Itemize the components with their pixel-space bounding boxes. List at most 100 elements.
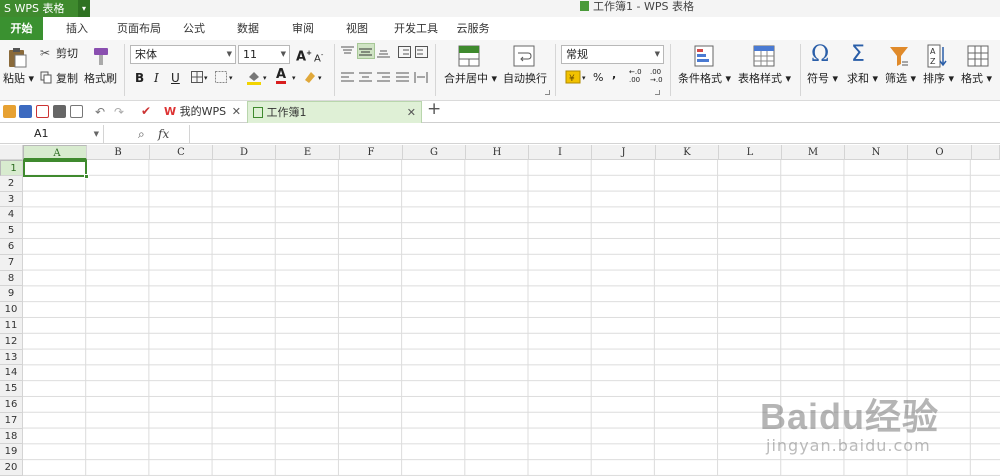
formula-input[interactable] [189,125,1000,143]
column-header[interactable]: H [466,145,529,160]
tab-formulas[interactable]: 公式 [174,17,214,40]
alignment-dialog-launcher[interactable] [545,90,550,95]
column-header-partial[interactable] [972,145,1000,160]
column-header[interactable]: E [276,145,340,160]
currency-icon[interactable]: ¥ [565,70,581,84]
chevron-down-icon[interactable]: ▾ [582,71,586,85]
justify-icon[interactable] [396,72,409,83]
align-right-icon[interactable] [377,72,390,83]
chevron-down-icon[interactable]: ▾ [229,71,233,85]
omega-icon[interactable]: Ω [811,43,829,67]
percent-button[interactable]: % [593,71,603,85]
redo-icon[interactable]: ↷ [114,105,124,119]
wrap-text-icon[interactable] [513,45,535,67]
row-header[interactable]: 18 [0,428,23,445]
font-shrink-button[interactable]: A- [314,48,323,66]
save-icon[interactable] [19,105,32,118]
row-header[interactable]: 7 [0,254,23,271]
column-header[interactable]: B [87,145,150,160]
sort-button[interactable]: 排序 ▾ [923,72,954,86]
row-header[interactable]: 6 [0,239,23,255]
sigma-icon[interactable]: Σ [851,43,865,67]
pdf-icon[interactable] [36,105,49,118]
insert-function-button[interactable]: fx [158,125,169,143]
row-header[interactable]: 2 [0,175,23,192]
column-header[interactable]: I [529,145,592,160]
borders-icon[interactable] [191,71,203,83]
copy-button[interactable]: 复制 [56,72,78,86]
column-header[interactable]: D [213,145,276,160]
chevron-down-icon[interactable]: ▾ [78,0,90,17]
font-size-select[interactable]: 11 ▼ [238,45,290,64]
row-header[interactable]: 5 [0,223,23,239]
merge-cells-icon[interactable] [215,71,227,83]
row-header[interactable]: 19 [0,444,23,461]
row-header[interactable]: 10 [0,302,23,318]
column-header[interactable]: M [782,145,845,160]
merge-center-button[interactable]: 合并居中 ▾ [444,72,497,86]
symbol-button[interactable]: 符号 ▾ [807,72,838,86]
row-header[interactable]: 11 [0,318,23,334]
format-painter-button[interactable]: 格式刷 [84,72,117,86]
column-header[interactable]: L [719,145,782,160]
tab-page-layout[interactable]: 页面布局 [108,17,170,40]
column-header[interactable]: N [845,145,908,160]
row-header[interactable]: 20 [0,460,23,476]
align-left-icon[interactable] [341,72,354,83]
zoom-icon[interactable]: ⌕ [138,127,145,141]
tab-view[interactable]: 视图 [337,17,377,40]
paste-icon[interactable] [7,46,27,68]
comma-button[interactable]: , [612,68,616,82]
close-icon[interactable]: ✕ [407,102,416,123]
chevron-down-icon[interactable]: ▾ [204,71,208,85]
cut-button[interactable]: 剪切 [56,47,78,61]
number-dialog-launcher[interactable] [655,90,660,95]
conditional-format-icon[interactable] [694,45,714,67]
increase-decimal-button[interactable]: ←.0.00 [629,68,642,84]
align-middle-icon[interactable] [359,46,372,58]
clear-format-icon[interactable] [303,70,317,84]
row-header[interactable]: 4 [0,207,23,224]
format-button[interactable]: 格式 ▾ [961,72,992,86]
tab-cloud[interactable]: 云服务 [450,17,496,40]
table-style-button[interactable]: 表格样式 ▾ [738,72,791,86]
align-center-icon[interactable] [359,72,372,83]
row-header[interactable]: 13 [0,349,23,366]
tab-developer[interactable]: 开发工具 [388,17,444,40]
chevron-down-icon[interactable]: ▾ [263,71,267,85]
italic-button[interactable]: I [154,71,159,85]
column-header[interactable]: O [908,145,972,160]
fill-handle[interactable] [84,174,89,179]
name-box[interactable]: A1 ▼ [0,125,104,143]
column-header[interactable]: F [340,145,403,160]
table-style-icon[interactable] [753,45,775,67]
row-header[interactable]: 17 [0,412,23,429]
tab-data[interactable]: 数据 [228,17,268,40]
customize-quick-access-icon[interactable]: ✔ [141,104,151,118]
new-tab-icon[interactable]: + [427,101,441,118]
increase-indent-icon[interactable] [415,46,428,58]
print-icon[interactable] [53,105,66,118]
sum-button[interactable]: 求和 ▾ [847,72,878,86]
filter-icon[interactable] [889,45,909,67]
select-all-corner[interactable] [0,145,23,160]
tab-my-wps[interactable]: W 我的WPS ✕ [160,101,245,123]
distributed-align-icon[interactable] [414,72,428,83]
chevron-down-icon[interactable]: ▾ [318,71,322,85]
decrease-decimal-button[interactable]: .00 →.0 [650,68,663,84]
format-icon[interactable] [967,45,989,67]
undo-icon[interactable]: ↶ [95,105,105,119]
print-preview-icon[interactable] [70,105,83,118]
row-header[interactable]: 8 [0,270,23,287]
app-menu-button[interactable]: S WPS 表格 ▾ [0,0,90,17]
align-top-icon[interactable] [341,46,354,58]
active-cell-a1[interactable] [23,160,89,179]
decrease-indent-icon[interactable] [398,46,411,58]
font-color-button[interactable]: A [276,68,287,84]
open-icon[interactable] [3,105,16,118]
row-header[interactable]: 1 [0,160,23,176]
tab-insert[interactable]: 插入 [55,17,99,40]
column-header[interactable]: C [150,145,213,160]
row-header[interactable]: 12 [0,333,23,350]
row-header[interactable]: 14 [0,365,23,382]
